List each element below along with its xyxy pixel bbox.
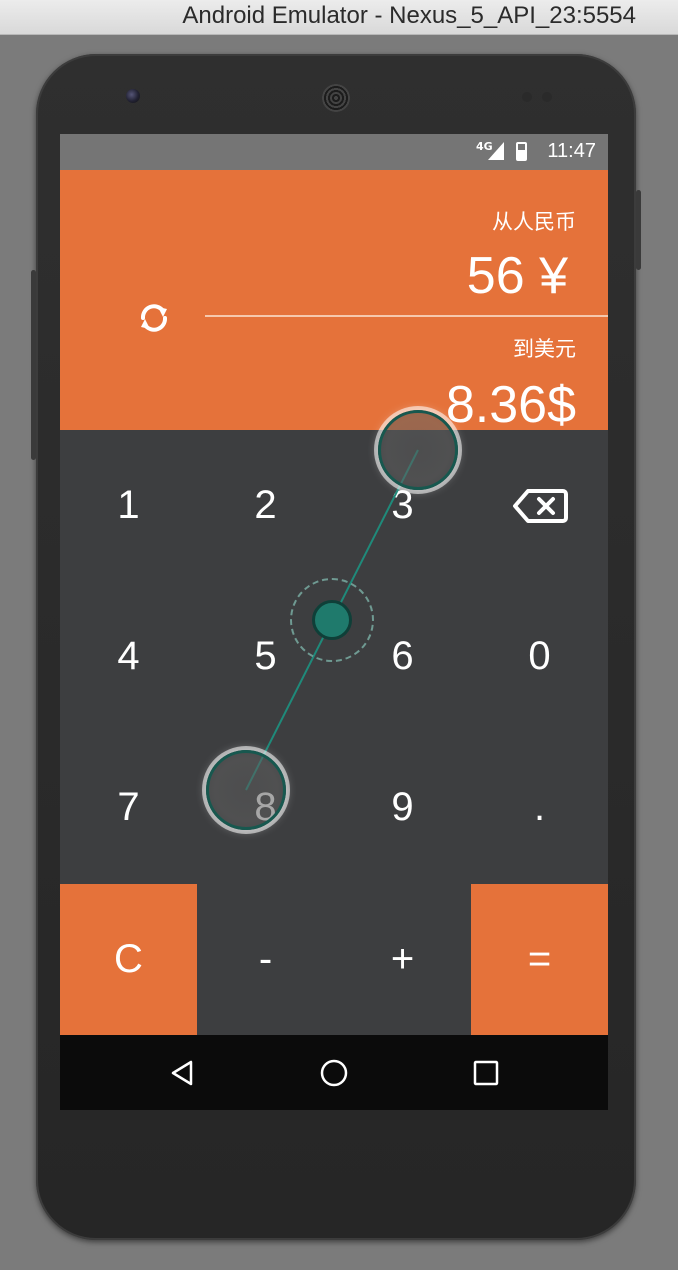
key-0[interactable]: 0 [471, 581, 608, 732]
touch-point-upper [378, 410, 458, 490]
key-9[interactable]: 9 [334, 732, 471, 883]
signal-icon [488, 142, 504, 160]
recents-button[interactable] [426, 1035, 546, 1110]
from-amount: 56 ¥ [466, 247, 568, 305]
to-amount: 8.36$ [445, 376, 576, 434]
touch-point-lower [206, 750, 286, 830]
equals-button[interactable]: = [471, 884, 608, 1035]
emulator-window-title: Android Emulator - Nexus_5_API_23:5554 [182, 2, 636, 29]
light-sensor [542, 92, 552, 102]
key-1[interactable]: 1 [60, 430, 197, 581]
backspace-key[interactable] [471, 430, 608, 581]
key-7[interactable]: 7 [60, 732, 197, 883]
home-button[interactable] [274, 1035, 394, 1110]
swap-currency-icon[interactable] [134, 298, 174, 338]
front-camera [126, 89, 140, 103]
to-currency-label[interactable]: 到美元 [513, 333, 576, 363]
earpiece-speaker [322, 84, 350, 112]
recents-icon [473, 1060, 499, 1085]
plus-button[interactable]: + [334, 884, 471, 1035]
power-button[interactable] [636, 190, 641, 270]
back-button[interactable] [122, 1035, 242, 1110]
status-time: 11:47 [547, 140, 596, 162]
battery-icon [516, 142, 527, 161]
volume-button[interactable] [31, 270, 36, 460]
panel-divider [205, 315, 608, 317]
status-bar: 4G 11:47 [60, 134, 608, 170]
conversion-panel: 从人民币 56 ¥ 到美元 8.36$ [60, 170, 608, 434]
from-currency-label[interactable]: 从人民币 [492, 206, 576, 236]
key-decimal[interactable]: . [471, 732, 608, 883]
back-icon [171, 1060, 193, 1085]
proximity-sensor [522, 92, 532, 102]
key-4[interactable]: 4 [60, 581, 197, 732]
emulator-title-bar: Android Emulator - Nexus_5_API_23:5554 [0, 0, 678, 35]
key-2[interactable]: 2 [197, 430, 334, 581]
minus-button[interactable]: - [197, 884, 334, 1035]
navigation-bar [60, 1035, 608, 1110]
operator-row: C - + = [60, 884, 608, 1035]
pinch-center-point [312, 600, 352, 640]
clear-button[interactable]: C [60, 884, 197, 1035]
backspace-icon [512, 488, 568, 523]
home-icon [320, 1059, 348, 1086]
